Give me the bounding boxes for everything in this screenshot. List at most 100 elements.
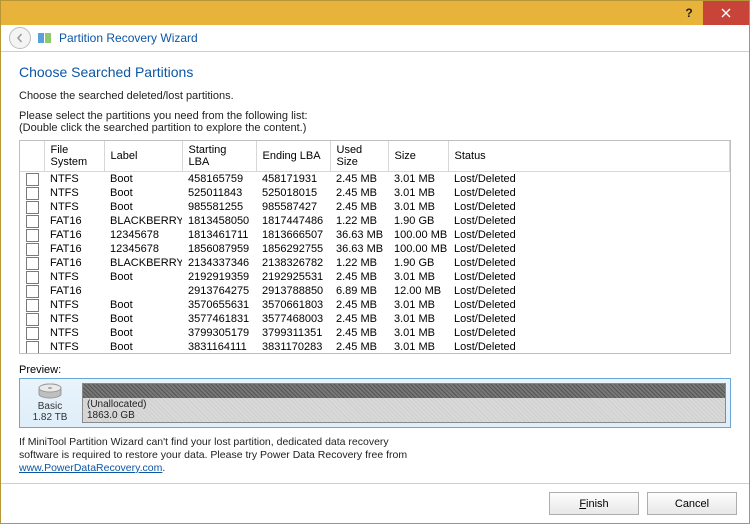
cell-label: Boot <box>104 340 182 354</box>
cell-status: Lost/Deleted <box>448 340 730 354</box>
cell-size: 12.00 MB <box>388 284 448 298</box>
row-checkbox[interactable] <box>26 271 39 284</box>
preview-box: Basic 1.82 TB (Unallocated) 1863.0 GB <box>19 378 731 428</box>
table-row[interactable]: NTFSBoot357065563135706618032.45 MB3.01 … <box>20 298 730 312</box>
cell-used: 2.45 MB <box>330 298 388 312</box>
cell-fs: FAT16 <box>44 284 104 298</box>
cell-fs: FAT16 <box>44 242 104 256</box>
row-checkbox[interactable] <box>26 243 39 256</box>
col-check[interactable] <box>20 141 44 172</box>
row-checkbox[interactable] <box>26 299 39 312</box>
cell-size: 3.01 MB <box>388 172 448 187</box>
close-button[interactable] <box>703 1 749 25</box>
cell-size: 100.00 MB <box>388 228 448 242</box>
part-label: (Unallocated) <box>87 399 721 410</box>
cell-elba: 1813666507 <box>256 228 330 242</box>
cell-fs: NTFS <box>44 172 104 187</box>
row-checkbox[interactable] <box>26 173 39 186</box>
row-checkbox[interactable] <box>26 215 39 228</box>
table-row[interactable]: NTFSBoot383116411138311702832.45 MB3.01 … <box>20 340 730 354</box>
cell-size: 3.01 MB <box>388 200 448 214</box>
cell-status: Lost/Deleted <box>448 242 730 256</box>
back-button[interactable] <box>9 27 31 49</box>
cell-elba: 3799311351 <box>256 326 330 340</box>
col-label[interactable]: Label <box>104 141 182 172</box>
table-row[interactable]: NTFSBoot4581657594581719312.45 MB3.01 MB… <box>20 172 730 187</box>
finish-button[interactable]: Finish <box>549 492 639 515</box>
table-row[interactable]: NTFSBoot379930517937993113512.45 MB3.01 … <box>20 326 730 340</box>
table-row[interactable]: NTFSBoot357746183135774680032.45 MB3.01 … <box>20 312 730 326</box>
cell-status: Lost/Deleted <box>448 200 730 214</box>
cell-elba: 3577468003 <box>256 312 330 326</box>
col-status[interactable]: Status <box>448 141 730 172</box>
table-row[interactable]: NTFSBoot219291935921929255312.45 MB3.01 … <box>20 270 730 284</box>
cell-fs: FAT16 <box>44 228 104 242</box>
cell-fs: NTFS <box>44 200 104 214</box>
table-row[interactable]: FAT16BLACKBERRY1181345805018174474861.22… <box>20 214 730 228</box>
cell-slba: 458165759 <box>182 172 256 187</box>
row-checkbox[interactable] <box>26 201 39 214</box>
arrow-left-icon <box>15 33 25 43</box>
row-checkbox[interactable] <box>26 187 39 200</box>
cell-slba: 3799305179 <box>182 326 256 340</box>
table-row[interactable]: FAT16123456781813461711181366650736.63 M… <box>20 228 730 242</box>
row-checkbox[interactable] <box>26 285 39 298</box>
cell-fs: NTFS <box>44 312 104 326</box>
table-row[interactable]: NTFSBoot5250118435250180152.45 MB3.01 MB… <box>20 186 730 200</box>
cell-used: 36.63 MB <box>330 242 388 256</box>
row-checkbox[interactable] <box>26 327 39 340</box>
cell-fs: NTFS <box>44 186 104 200</box>
cell-label: 12345678 <box>104 228 182 242</box>
cell-slba: 2192919359 <box>182 270 256 284</box>
cell-status: Lost/Deleted <box>448 172 730 187</box>
disk-icon <box>37 383 63 401</box>
footnote-link[interactable]: www.PowerDataRecovery.com <box>19 462 162 474</box>
disk-tile[interactable]: Basic 1.82 TB <box>24 383 76 423</box>
cancel-button[interactable]: Cancel <box>647 492 737 515</box>
cell-slba: 1813461711 <box>182 228 256 242</box>
unallocated-label: (Unallocated) 1863.0 GB <box>83 398 725 422</box>
col-size[interactable]: Size <box>388 141 448 172</box>
table-row[interactable]: FAT16BLACKBERRY1213433734621383267821.22… <box>20 256 730 270</box>
cell-elba: 2192925531 <box>256 270 330 284</box>
cell-fs: FAT16 <box>44 256 104 270</box>
instruction-2: Please select the partitions you need fr… <box>19 110 731 122</box>
help-button[interactable]: ? <box>675 1 703 25</box>
unallocated-block[interactable]: (Unallocated) 1863.0 GB <box>82 383 726 423</box>
footnote: If MiniTool Partition Wizard can't find … <box>19 436 731 475</box>
table-row[interactable]: NTFSBoot9855812559855874272.45 MB3.01 MB… <box>20 200 730 214</box>
cell-label: Boot <box>104 172 182 187</box>
cell-used: 2.45 MB <box>330 326 388 340</box>
cell-slba: 1856087959 <box>182 242 256 256</box>
titlebar: ? <box>1 1 749 25</box>
cancel-label: Cancel <box>675 498 709 510</box>
cell-status: Lost/Deleted <box>448 284 730 298</box>
cell-size: 3.01 MB <box>388 326 448 340</box>
preview-label: Preview: <box>19 364 731 376</box>
row-checkbox[interactable] <box>26 257 39 270</box>
row-checkbox[interactable] <box>26 313 39 326</box>
cell-status: Lost/Deleted <box>448 326 730 340</box>
table-row[interactable]: FAT16123456781856087959185629275536.63 M… <box>20 242 730 256</box>
col-filesystem[interactable]: File System <box>44 141 104 172</box>
instruction-1: Choose the searched deleted/lost partiti… <box>19 90 731 102</box>
cell-status: Lost/Deleted <box>448 256 730 270</box>
instruction-3: (Double click the searched partition to … <box>19 122 731 134</box>
page-heading: Choose Searched Partitions <box>19 64 731 80</box>
toolbar: Partition Recovery Wizard <box>1 25 749 52</box>
cell-size: 1.90 GB <box>388 256 448 270</box>
col-ending-lba[interactable]: Ending LBA <box>256 141 330 172</box>
cell-label: BLACKBERRY1 <box>104 214 182 228</box>
cell-label: BLACKBERRY1 <box>104 256 182 270</box>
partition-table[interactable]: File System Label Starting LBA Ending LB… <box>19 140 731 354</box>
cell-label: Boot <box>104 312 182 326</box>
cell-fs: NTFS <box>44 298 104 312</box>
row-checkbox[interactable] <box>26 341 39 354</box>
col-used-size[interactable]: Used Size <box>330 141 388 172</box>
col-starting-lba[interactable]: Starting LBA <box>182 141 256 172</box>
row-checkbox[interactable] <box>26 229 39 242</box>
cell-slba: 525011843 <box>182 186 256 200</box>
disk-size: 1.82 TB <box>33 412 68 423</box>
table-row[interactable]: FAT16291376427529137888506.89 MB12.00 MB… <box>20 284 730 298</box>
cell-size: 3.01 MB <box>388 340 448 354</box>
